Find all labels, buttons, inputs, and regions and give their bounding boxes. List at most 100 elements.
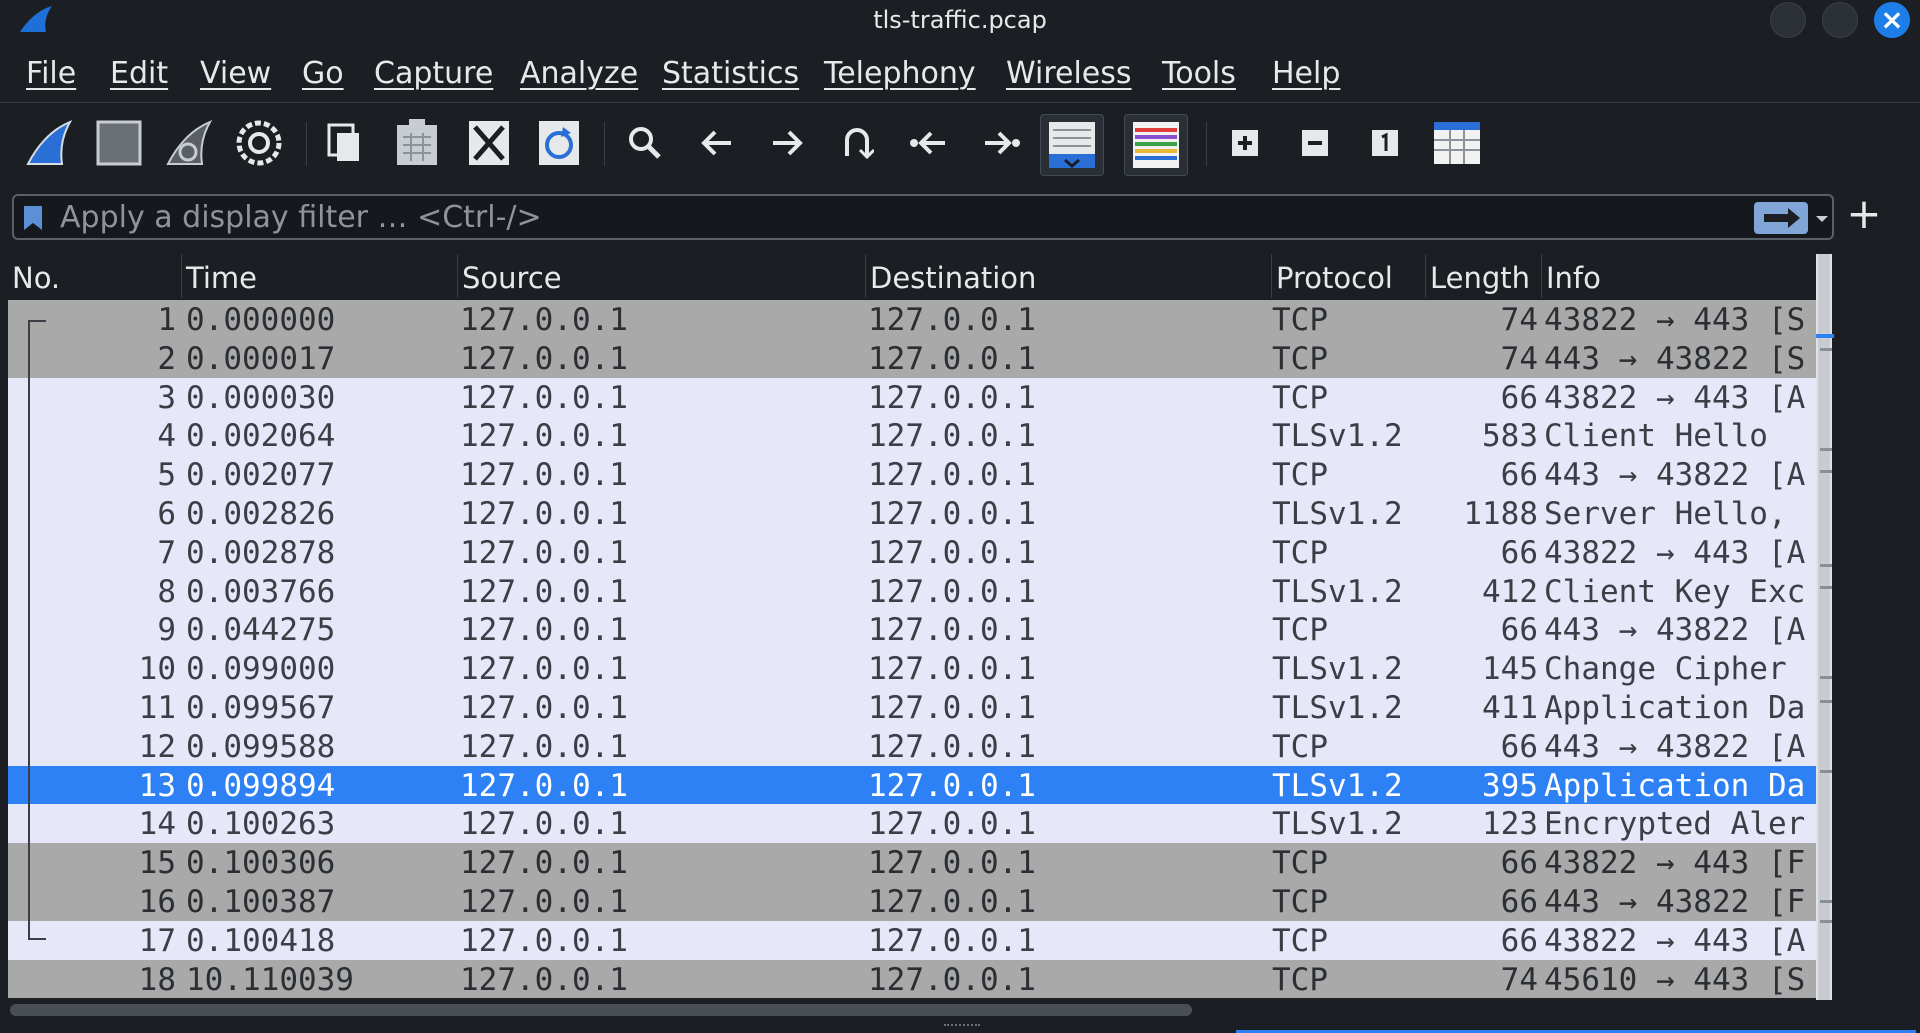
packet-row[interactable]: 5 0.002077 127.0.0.1 127.0.0.1 TCP 66 443 → 43… — [8, 455, 1818, 494]
menu-bar: File Edit View Go Capture Analyze Statis… — [0, 50, 1920, 102]
column-header-destination[interactable]: Destination — [866, 254, 1272, 298]
plus-icon: + — [1846, 189, 1882, 238]
save-file-icon — [397, 119, 437, 165]
close-file-button[interactable] — [460, 114, 518, 172]
packet-source: 127.0.0.1 — [460, 728, 628, 765]
packet-time: 0.000030 — [186, 379, 336, 416]
maximize-button[interactable] — [1822, 2, 1858, 38]
apply-filter-button[interactable] — [1754, 202, 1808, 234]
menu-statistics[interactable]: Statistics — [662, 56, 799, 91]
packet-length: 74 — [1500, 961, 1538, 998]
main-toolbar — [0, 108, 1920, 180]
column-header-info[interactable]: Info — [1542, 254, 1832, 298]
packet-row[interactable]: 14 0.100263 127.0.0.1 127.0.0.1 TLSv1.2 123 En… — [8, 804, 1818, 844]
menu-capture[interactable]: Capture — [374, 56, 493, 91]
packet-row[interactable]: 3 0.000030 127.0.0.1 127.0.0.1 TCP 66 43822 → … — [8, 377, 1818, 417]
chevron-down-icon[interactable] — [1814, 204, 1830, 232]
packet-source: 127.0.0.1 — [460, 302, 628, 338]
close-icon: × — [1880, 3, 1904, 36]
reload-file-button[interactable] — [530, 114, 588, 172]
start-capture-button[interactable] — [20, 114, 78, 172]
stop-capture-button[interactable] — [90, 114, 148, 172]
first-packet-button[interactable] — [900, 114, 958, 172]
scroll-marker — [1816, 334, 1834, 338]
packet-row[interactable]: 12 0.099588 127.0.0.1 127.0.0.1 TCP 66 443 → 4… — [8, 726, 1818, 766]
menu-tools[interactable]: Tools — [1162, 56, 1236, 91]
last-packet-button[interactable] — [972, 114, 1030, 172]
packet-list-header: No. Time Source Destination Protocol Len… — [8, 254, 1834, 298]
packet-length: 145 — [1482, 651, 1538, 688]
packet-source: 127.0.0.1 — [460, 534, 628, 571]
filter-bookmark-icon[interactable] — [22, 204, 44, 232]
normal-size-button[interactable] — [1356, 114, 1414, 172]
go-back-button[interactable] — [688, 114, 746, 172]
zoom-out-button[interactable] — [1286, 114, 1344, 172]
packet-row[interactable]: 17 0.100418 127.0.0.1 127.0.0.1 TCP 66 43822 →… — [8, 920, 1818, 960]
scroll-marker — [1820, 900, 1832, 903]
menu-file[interactable]: File — [26, 56, 76, 91]
go-forward-button[interactable] — [758, 114, 816, 172]
packet-row[interactable]: 10 0.099000 127.0.0.1 127.0.0.1 TLSv1.2 145 Ch… — [8, 649, 1818, 688]
packet-source: 127.0.0.1 — [460, 573, 628, 610]
zoom-in-button[interactable] — [1216, 114, 1274, 172]
packet-time: 0.044275 — [186, 612, 336, 649]
packet-source: 127.0.0.1 — [460, 612, 628, 649]
auto-scroll-button[interactable] — [1040, 114, 1104, 176]
packet-time: 0.100387 — [186, 883, 336, 920]
menu-help[interactable]: Help — [1272, 56, 1340, 91]
close-window-button[interactable]: × — [1874, 2, 1910, 38]
resize-columns-button[interactable] — [1428, 114, 1486, 172]
horizontal-scrollbar-thumb[interactable] — [10, 1004, 1192, 1016]
menu-view[interactable]: View — [200, 56, 271, 91]
packet-row[interactable]: 18 10.110039 127.0.0.1 127.0.0.1 TCP 74 45610 … — [8, 959, 1818, 999]
packet-row[interactable]: 11 0.099567 127.0.0.1 127.0.0.1 TLSv1.2 411 Ap… — [8, 687, 1818, 727]
packet-row[interactable]: 6 0.002826 127.0.0.1 127.0.0.1 TLSv1.2 1188 Se… — [8, 493, 1818, 533]
vertical-scrollbar-thumb[interactable] — [1818, 254, 1830, 1000]
packet-row[interactable]: 9 0.044275 127.0.0.1 127.0.0.1 TCP 66 443 → 43… — [8, 610, 1818, 650]
packet-row[interactable]: 1 0.000000 127.0.0.1 127.0.0.1 TCP 74 43822 → … — [8, 300, 1818, 339]
packet-number: 6 — [157, 495, 176, 532]
column-header-source[interactable]: Source — [458, 254, 866, 298]
column-header-length[interactable]: Length — [1426, 254, 1542, 298]
save-file-button[interactable] — [388, 114, 446, 172]
packet-row[interactable]: 8 0.003766 127.0.0.1 127.0.0.1 TLSv1.2 412 Cli… — [8, 571, 1818, 611]
packet-row[interactable]: 13 0.099894 127.0.0.1 127.0.0.1 TLSv1.2 395 Ap… — [8, 765, 1818, 805]
packet-row[interactable]: 15 0.100306 127.0.0.1 127.0.0.1 TCP 66 43822 →… — [8, 843, 1818, 882]
display-filter-input[interactable] — [60, 198, 1700, 236]
menu-edit[interactable]: Edit — [110, 56, 168, 91]
packet-length: 74 — [1500, 340, 1538, 377]
find-packet-button[interactable] — [616, 114, 674, 172]
colorize-button[interactable] — [1124, 114, 1188, 176]
packet-source: 127.0.0.1 — [460, 845, 628, 882]
packet-destination: 127.0.0.1 — [868, 689, 1036, 726]
restart-capture-button[interactable] — [160, 114, 218, 172]
column-header-protocol[interactable]: Protocol — [1272, 254, 1426, 298]
packet-length: 66 — [1500, 534, 1538, 571]
packet-length: 66 — [1500, 922, 1538, 959]
packet-time: 0.099567 — [186, 689, 336, 726]
packet-number: 14 — [138, 806, 176, 843]
packet-length: 66 — [1500, 379, 1538, 416]
packet-row[interactable]: 2 0.000017 127.0.0.1 127.0.0.1 TCP 74 443 → 43… — [8, 338, 1818, 378]
open-file-button[interactable] — [316, 114, 374, 172]
capture-options-button[interactable] — [230, 114, 288, 172]
packet-row[interactable]: 4 0.002064 127.0.0.1 127.0.0.1 TLSv1.2 583 Cli… — [8, 416, 1818, 456]
packet-time: 0.099894 — [186, 767, 336, 804]
minimize-button[interactable] — [1770, 2, 1806, 38]
go-to-packet-button[interactable] — [828, 114, 886, 172]
column-header-time[interactable]: Time — [182, 254, 458, 298]
menu-telephony[interactable]: Telephony — [824, 56, 976, 91]
packet-length: 1188 — [1463, 495, 1538, 532]
packet-number: 8 — [157, 573, 176, 610]
packet-row[interactable]: 16 0.100387 127.0.0.1 127.0.0.1 TCP 66 443 → 4… — [8, 881, 1818, 921]
packet-row[interactable]: 7 0.002878 127.0.0.1 127.0.0.1 TCP 66 43822 → … — [8, 532, 1818, 572]
add-filter-button[interactable]: + — [1844, 192, 1884, 238]
menu-analyze[interactable]: Analyze — [520, 56, 638, 91]
scroll-marker — [1820, 920, 1832, 923]
capture-options-icon — [236, 120, 282, 166]
packet-source: 127.0.0.1 — [460, 340, 628, 377]
column-header-no[interactable]: No. — [8, 254, 182, 298]
pane-splitter-handle[interactable] — [944, 1024, 980, 1030]
menu-wireless[interactable]: Wireless — [1006, 56, 1132, 91]
menu-go[interactable]: Go — [302, 56, 344, 91]
